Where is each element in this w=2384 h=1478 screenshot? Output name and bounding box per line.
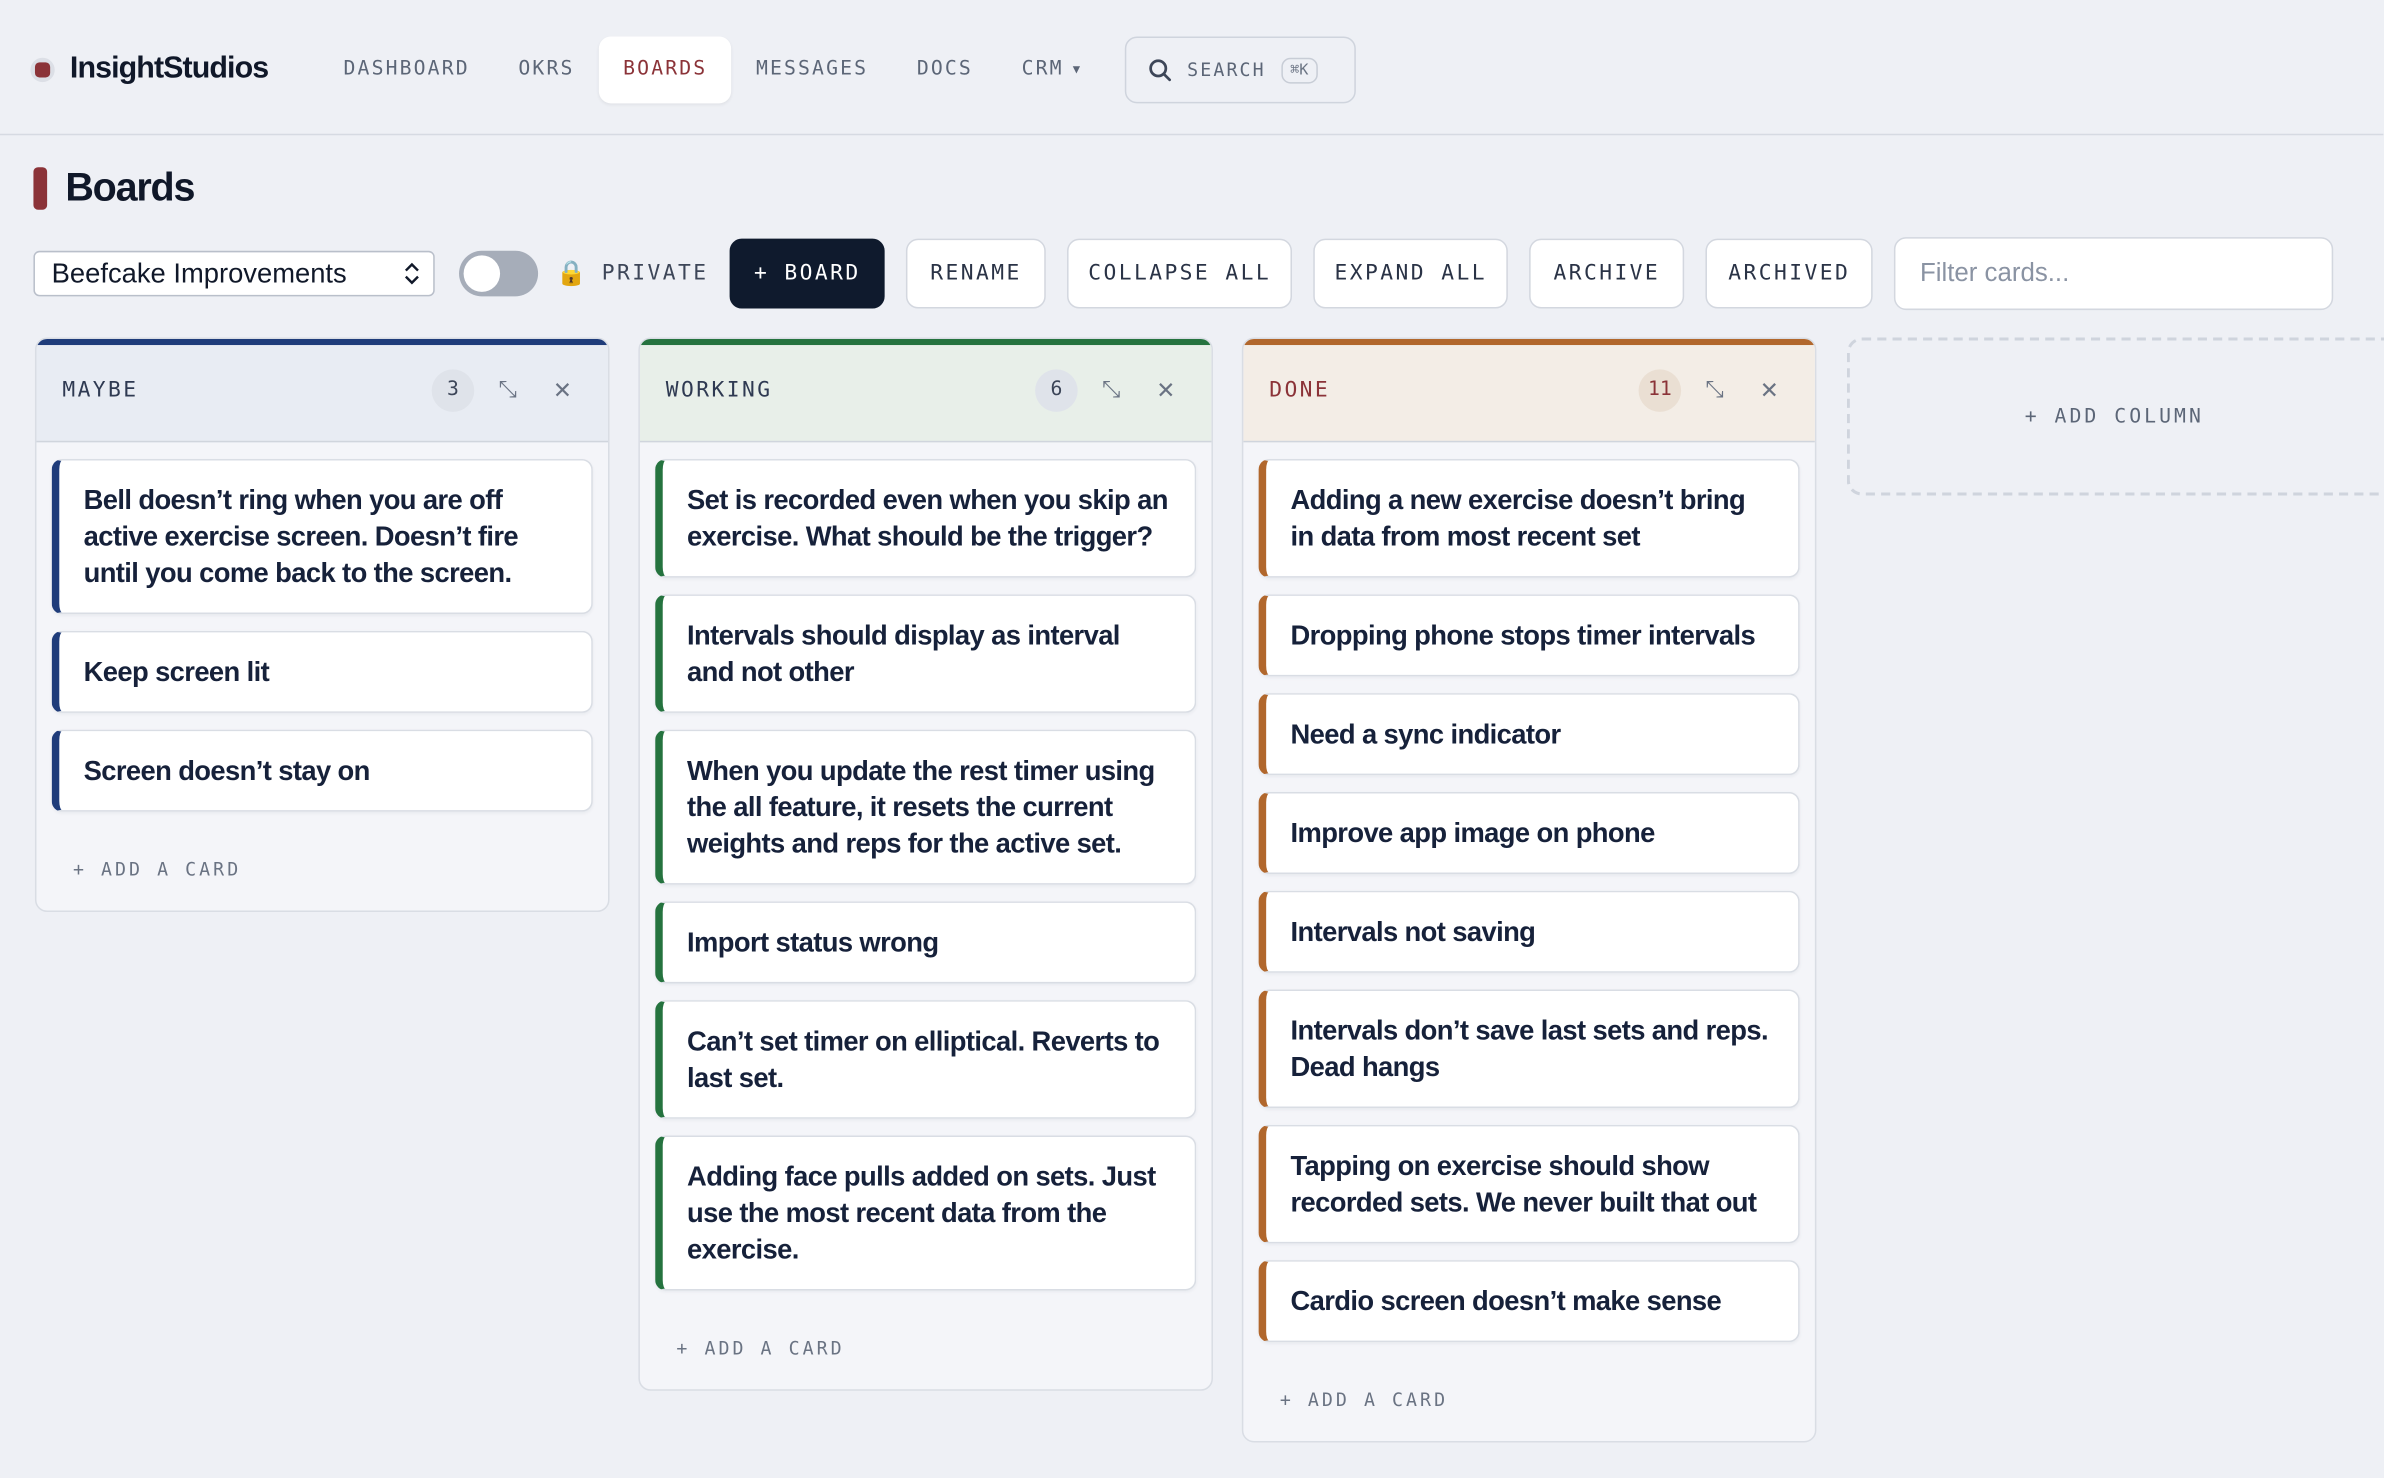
- nav-item-crm[interactable]: CRM ▼: [997, 36, 1106, 103]
- nav-item-dashboard[interactable]: DASHBOARD: [319, 36, 494, 103]
- top-nav-bar: InsightStudios DASHBOARD OKRS BOARDS MES…: [0, 0, 2384, 136]
- brand-logo[interactable]: InsightStudios: [30, 51, 269, 87]
- column-body: Adding a new exercise doesn’t bring in d…: [1243, 442, 1815, 1441]
- search-icon: [1149, 59, 1172, 82]
- select-arrows-icon: [404, 262, 419, 285]
- nav-item-messages[interactable]: MESSAGES: [732, 36, 893, 103]
- nav-item-okrs[interactable]: OKRS: [494, 36, 599, 103]
- card[interactable]: Tapping on exercise should show recorded…: [1258, 1124, 1800, 1244]
- chevron-down-icon: ▼: [1072, 62, 1083, 76]
- column-body: Set is recorded even when you skip an ex…: [640, 442, 1212, 1389]
- column-header: WORKING 6 ⤡ ✕: [639, 338, 1212, 443]
- card[interactable]: Screen doesn’t stay on: [51, 729, 593, 812]
- card[interactable]: Can’t set timer on elliptical. Reverts t…: [655, 1000, 1197, 1119]
- nav-item-crm-label: CRM: [1021, 57, 1064, 81]
- card[interactable]: Keep screen lit: [51, 630, 593, 713]
- collapse-column-icon[interactable]: ⤡: [1090, 369, 1133, 412]
- card[interactable]: Adding face pulls added on sets. Just us…: [655, 1135, 1197, 1291]
- board-toolbar: Beefcake Improvements 🔒 PRIVATE + BOARD …: [33, 237, 2334, 311]
- close-icon[interactable]: ✕: [1748, 369, 1791, 412]
- column-done: DONE 11 ⤡ ✕ Adding a new exercise doesn’…: [1241, 337, 1817, 1443]
- column-body: Bell doesn’t ring when you are off activ…: [36, 442, 608, 910]
- main-nav: DASHBOARD OKRS BOARDS MESSAGES DOCS CRM …: [319, 36, 1356, 104]
- card[interactable]: Set is recorded even when you skip an ex…: [655, 459, 1197, 578]
- archived-button[interactable]: ARCHIVED: [1705, 238, 1873, 309]
- board-select-value: Beefcake Improvements: [51, 257, 347, 289]
- private-label: PRIVATE: [601, 261, 709, 286]
- add-card-button[interactable]: + ADD A CARD: [1259, 1359, 1800, 1441]
- search-label: SEARCH: [1187, 59, 1266, 81]
- lock-icon: 🔒: [556, 261, 587, 288]
- archive-button[interactable]: ARCHIVE: [1529, 238, 1685, 309]
- column-title: MAYBE: [62, 377, 139, 403]
- column-header: MAYBE 3 ⤡ ✕: [36, 338, 608, 443]
- rename-button[interactable]: RENAME: [906, 238, 1046, 309]
- card[interactable]: Improve app image on phone: [1258, 791, 1800, 874]
- card[interactable]: Intervals don’t save last sets and reps.…: [1258, 989, 1800, 1109]
- close-icon[interactable]: ✕: [1145, 369, 1188, 412]
- brand-mark-icon: [30, 57, 55, 82]
- new-board-button[interactable]: + BOARD: [729, 238, 885, 309]
- card[interactable]: Intervals should display as interval and…: [655, 594, 1197, 713]
- page-header: Boards: [33, 164, 195, 211]
- card-count-badge: 3: [431, 368, 475, 412]
- column-maybe: MAYBE 3 ⤡ ✕ Bell doesn’t ring when you a…: [34, 337, 610, 912]
- private-toggle[interactable]: [459, 250, 539, 297]
- title-accent-bar: [33, 166, 48, 209]
- add-column-button[interactable]: + ADD COLUMN: [1846, 337, 2384, 496]
- card[interactable]: Need a sync indicator: [1258, 693, 1800, 776]
- collapse-column-icon[interactable]: ⤡: [1693, 369, 1736, 412]
- add-card-button[interactable]: + ADD A CARD: [655, 1307, 1196, 1389]
- board-select[interactable]: Beefcake Improvements: [33, 250, 435, 297]
- card-count-badge: 11: [1638, 368, 1682, 412]
- card[interactable]: Dropping phone stops timer intervals: [1258, 594, 1800, 677]
- collapse-column-icon[interactable]: ⤡: [486, 369, 529, 412]
- page-title: Boards: [65, 164, 195, 210]
- search-button[interactable]: SEARCH ⌘K: [1124, 36, 1356, 104]
- brand-name: InsightStudios: [69, 51, 269, 86]
- card[interactable]: Cardio screen doesn’t make sense: [1258, 1260, 1800, 1343]
- collapse-all-button[interactable]: COLLAPSE ALL: [1067, 238, 1293, 309]
- filter-cards-input[interactable]: [1894, 237, 2334, 311]
- card[interactable]: Intervals not saving: [1258, 890, 1800, 973]
- card[interactable]: When you update the rest timer using the…: [655, 729, 1197, 885]
- column-title: WORKING: [665, 377, 773, 403]
- add-card-button[interactable]: + ADD A CARD: [52, 828, 593, 910]
- search-shortcut: ⌘K: [1280, 57, 1318, 83]
- card[interactable]: Bell doesn’t ring when you are off activ…: [51, 459, 593, 615]
- card[interactable]: Adding a new exercise doesn’t bring in d…: [1258, 459, 1800, 578]
- column-title: DONE: [1269, 377, 1331, 403]
- nav-item-docs[interactable]: DOCS: [893, 36, 998, 103]
- close-icon[interactable]: ✕: [541, 369, 584, 412]
- expand-all-button[interactable]: EXPAND ALL: [1313, 238, 1509, 309]
- column-header: DONE 11 ⤡ ✕: [1243, 338, 1815, 443]
- card[interactable]: Import status wrong: [655, 901, 1197, 984]
- column-working: WORKING 6 ⤡ ✕ Set is recorded even when …: [638, 337, 1213, 1391]
- nav-item-boards[interactable]: BOARDS: [598, 36, 732, 104]
- card-count-badge: 6: [1035, 368, 1078, 412]
